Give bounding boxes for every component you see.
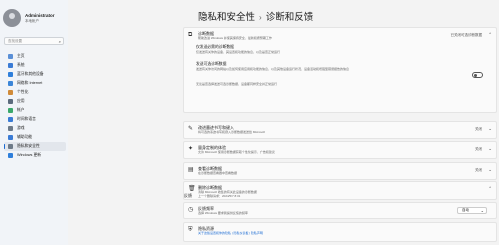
brush-icon: [8, 90, 13, 95]
feedback-section-heading: 反馈: [184, 193, 192, 198]
system-icon: [8, 63, 13, 68]
card-desc: 允许 Microsoft 使用诊断数据获取个性化提示、广告和建议: [198, 150, 275, 154]
note-text: 无论是否选择发送可选诊断数据，设备都同样安全并正常运行: [196, 82, 278, 86]
wifi-icon: [8, 81, 13, 86]
card-desc: 帮助改进 Windows 并使其保持安全、最新和按预期工作: [198, 36, 272, 40]
sidebar-item-label: Windows 更新: [17, 153, 42, 157]
sidebar-item-label: 游戏: [17, 126, 25, 130]
user-account-type: 本地帐户: [25, 18, 39, 23]
user-name: Administrator: [25, 12, 55, 18]
required-diagnostic-option: 仅发送必需的诊断数据 仅发送有关你的设备、其设置和功能的信息，以及是否正常运行: [196, 45, 496, 54]
pen-icon: ✎: [188, 126, 194, 132]
clock-icon: ◷: [188, 207, 194, 213]
privacy-links[interactable]: 关于这些设置和你的隐私 | 隐私仪表板 | 隐私声明: [198, 231, 263, 235]
search-icon: ⌕: [58, 39, 61, 44]
dropdown-value: 自动: [462, 208, 469, 212]
inking-status: 关闭: [475, 127, 482, 131]
breadcrumb-parent[interactable]: 隐私和安全性: [198, 12, 255, 23]
optional-diagnostic-option: 发送可选诊断数据 发送有关你访问的网站以及如何使用应用和功能的信息，以及其他设备…: [196, 62, 496, 71]
sidebar-item-network[interactable]: 网络和 Internet: [4, 79, 66, 88]
search-input[interactable]: 查找设置 ⌕: [4, 37, 64, 45]
sidebar-item-label: 蓝牙和其他设备: [17, 72, 44, 76]
globe-icon: [8, 117, 13, 122]
sidebar-item-home[interactable]: 主页: [4, 52, 66, 61]
account-icon: [8, 108, 13, 113]
sidebar-item-time-language[interactable]: 时间和语言: [4, 115, 66, 124]
bluetooth-icon: [8, 72, 13, 77]
apps-icon: [8, 99, 13, 104]
user-profile[interactable]: Administrator 本地帐户: [3, 9, 55, 27]
optional-diagnostic-toggle[interactable]: [472, 72, 483, 78]
avatar: [3, 9, 21, 27]
diagnostic-note: 无论是否选择发送可选诊断数据，设备都同样安全并正常运行: [196, 82, 496, 86]
shield-icon: ⛨: [188, 227, 193, 233]
diagnostic-status: 已关闭可选诊断数据: [450, 33, 483, 37]
feedback-frequency-card: ◷ 反馈频率 选择 Windows 要求我提供反馈的频率: [183, 202, 497, 219]
card-desc: 选择 Windows 要求我提供反馈的频率: [198, 211, 248, 215]
sidebar-item-label: 隐私和安全性: [17, 144, 40, 148]
sidebar-item-label: 时间和语言: [17, 117, 36, 121]
sidebar-item-label: 个性化: [17, 90, 29, 94]
home-icon: [8, 54, 13, 59]
diagnostic-icon: ⧉: [188, 32, 193, 38]
option-desc: 仅发送有关你的设备、其设置和功能的信息，以及是否正常运行: [196, 50, 281, 54]
accessibility-icon: [8, 135, 13, 140]
sidebar-item-accounts[interactable]: 帐户: [4, 106, 66, 115]
chevron-down-icon[interactable]: ⌄: [488, 167, 492, 173]
trash-icon: 🗑: [188, 186, 196, 192]
shield-icon: [8, 144, 13, 149]
chevron-down-icon[interactable]: ⌄: [488, 126, 492, 132]
sidebar-nav: 主页 系统 蓝牙和其他设备 网络和 Internet 个性化 应用 帐户 时间和…: [4, 52, 66, 160]
improve-inking-card[interactable]: ✎ 改进墨迹书写和键入 将可选的墨迹书写和键入诊断数据发送给 Microsoft…: [183, 121, 497, 139]
sidebar-item-bluetooth[interactable]: 蓝牙和其他设备: [4, 70, 66, 79]
view-diagnostic-data-card[interactable]: ▤ 查看诊断数据 在诊断数据查看器中查看数据 关闭 ⌄: [183, 162, 497, 180]
chevron-up-icon[interactable]: ⌃: [488, 186, 492, 192]
sidebar-item-label: 主页: [17, 54, 25, 58]
delete-status: 上一个删除请求：2024/5/7 8:31: [198, 194, 241, 198]
sidebar-item-label: 帐户: [17, 108, 25, 112]
sidebar-item-gaming[interactable]: 游戏: [4, 124, 66, 133]
privacy-resources-card: ⛨ 隐私资源 关于这些设置和你的隐私 | 隐私仪表板 | 隐私声明: [183, 222, 497, 242]
sidebar-item-privacy[interactable]: 隐私和安全性: [4, 142, 66, 151]
sidebar-item-label: 系统: [17, 63, 25, 67]
sidebar-item-apps[interactable]: 应用: [4, 97, 66, 106]
option-desc: 发送有关你访问的网站以及如何使用应用和功能的信息，以及其他设备运行状况、设备活动…: [196, 67, 350, 71]
sidebar-item-label: 辅助功能: [17, 135, 33, 139]
chevron-up-icon[interactable]: ⌃: [488, 32, 492, 38]
sidebar: Administrator 本地帐户 查找设置 ⌕ 主页 系统 蓝牙和其他设备 …: [0, 0, 68, 245]
feedback-frequency-dropdown[interactable]: 自动 ⌄: [457, 207, 487, 214]
tailored-experiences-card[interactable]: ✦ 量身定制的体验 允许 Microsoft 使用诊断数据获取个性化提示、广告和…: [183, 141, 497, 159]
settings-window: Administrator 本地帐户 查找设置 ⌕ 主页 系统 蓝牙和其他设备 …: [0, 0, 499, 245]
sparkle-icon: ✦: [188, 146, 194, 152]
sidebar-item-system[interactable]: 系统: [4, 61, 66, 70]
search-placeholder: 查找设置: [8, 39, 22, 43]
breadcrumb-separator: ›: [259, 13, 262, 22]
viewer-status: 关闭: [475, 168, 482, 172]
update-icon: [8, 153, 13, 158]
page-title: 诊断和反馈: [265, 12, 314, 23]
chevron-down-icon: ⌄: [480, 208, 484, 213]
sidebar-item-label: 应用: [17, 99, 25, 103]
tailored-status: 关闭: [475, 147, 482, 151]
card-desc: 在诊断数据查看器中查看数据: [198, 171, 238, 175]
sidebar-item-label: 网络和 Internet: [17, 81, 43, 85]
breadcrumb: 隐私和安全性 › 诊断和反馈: [198, 9, 313, 23]
sidebar-item-windows-update[interactable]: Windows 更新: [4, 151, 66, 160]
gamepad-icon: [8, 126, 13, 131]
delete-diagnostic-data-card[interactable]: 🗑 删除诊断数据 清除 Microsoft 收集的有关此设备的诊断数据 上一个删…: [183, 181, 497, 200]
main-content: 隐私和安全性 › 诊断和反馈 ⧉ 诊断数据 帮助改进 Windows 并使其保持安全…: [68, 0, 499, 245]
document-icon: ▤: [188, 167, 194, 173]
sidebar-item-personalization[interactable]: 个性化: [4, 88, 66, 97]
card-desc: 将可选的墨迹书写和键入诊断数据发送给 Microsoft: [198, 130, 266, 134]
chevron-down-icon[interactable]: ⌄: [488, 146, 492, 152]
sidebar-item-accessibility[interactable]: 辅助功能: [4, 133, 66, 142]
